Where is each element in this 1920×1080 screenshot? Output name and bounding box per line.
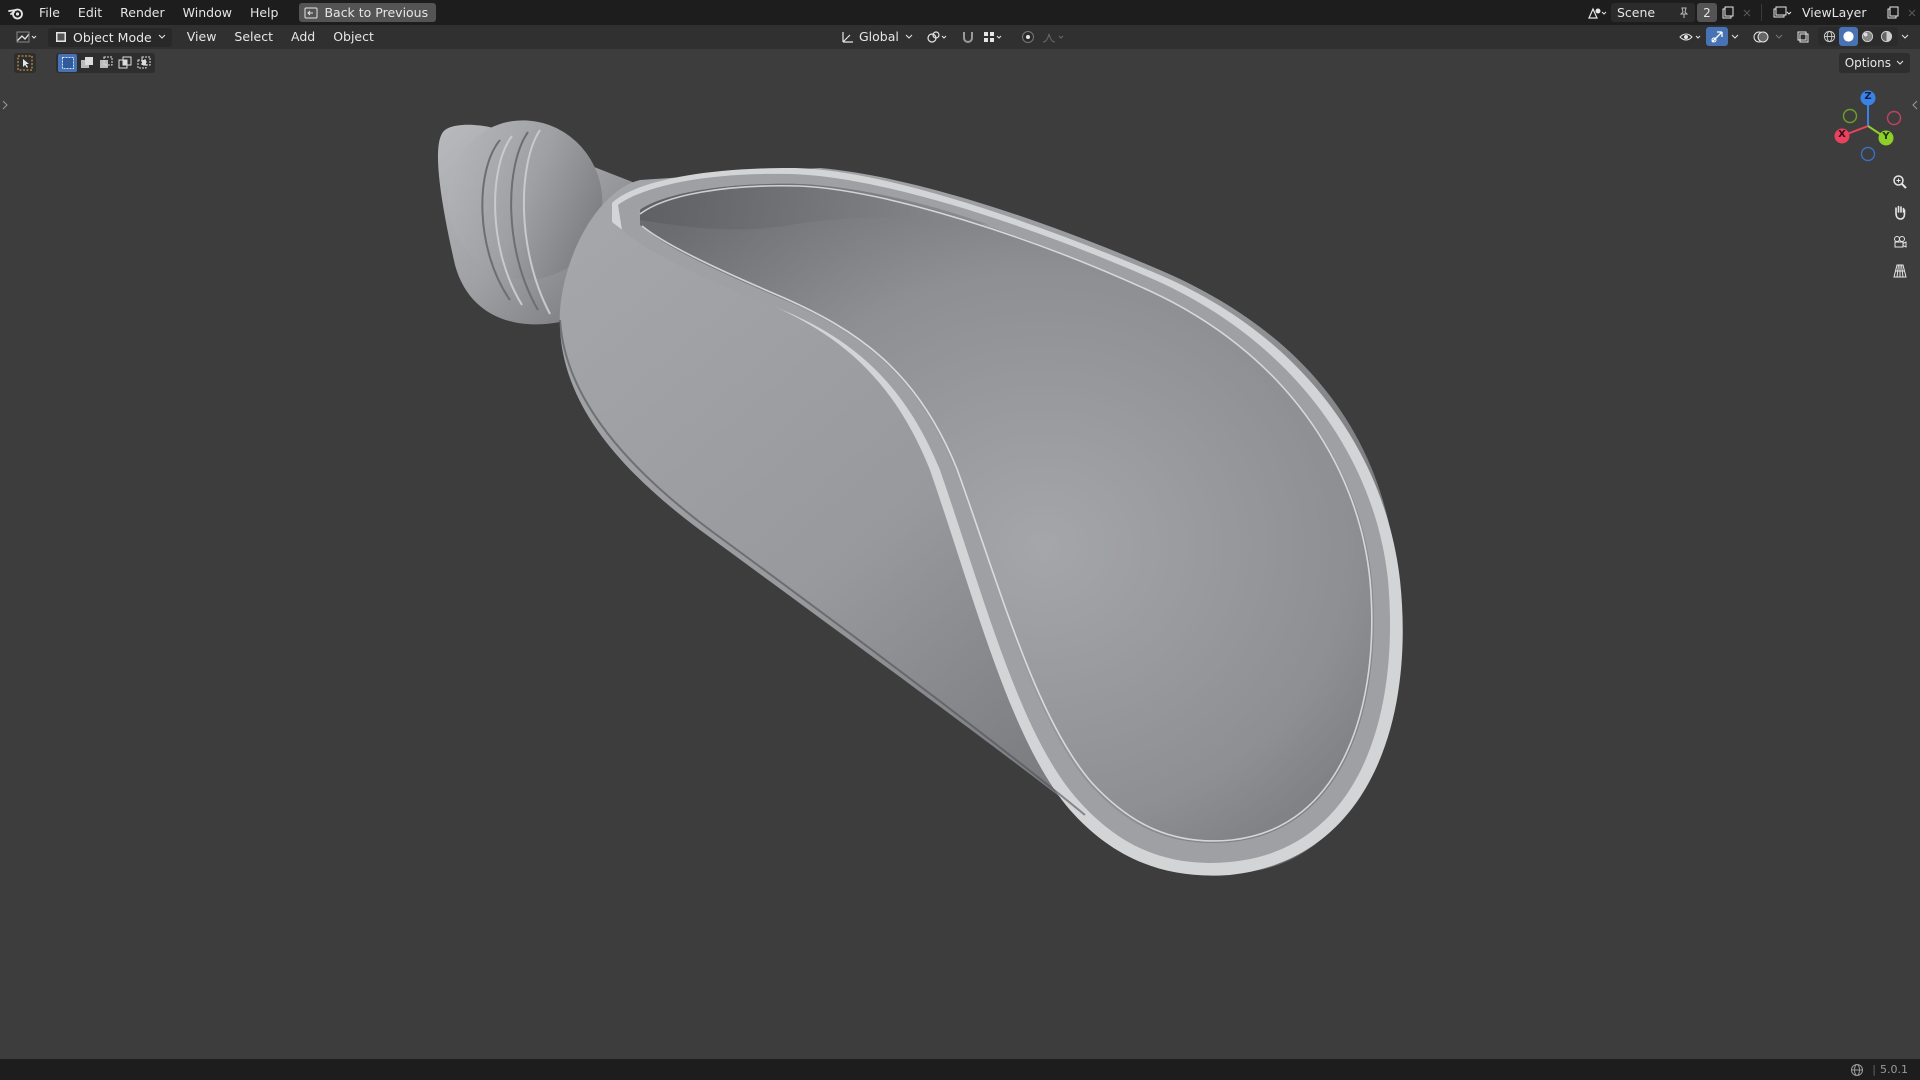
new-view-layer-icon[interactable] bbox=[1882, 3, 1904, 22]
transform-orientation-dropdown[interactable]: Global bbox=[836, 27, 917, 46]
gizmo-z-label: Z bbox=[1864, 91, 1872, 102]
view-layer-selector-icon[interactable] bbox=[1768, 3, 1796, 22]
gizmo-neg-y[interactable] bbox=[1842, 108, 1858, 124]
editor-type-icon[interactable] bbox=[10, 28, 44, 47]
active-tool-icon[interactable] bbox=[14, 53, 36, 73]
navigation-gizmo[interactable]: Z X Y bbox=[1826, 84, 1906, 164]
gizmo-y-label: Y bbox=[1882, 131, 1890, 142]
chevron-down-icon bbox=[158, 34, 166, 39]
camera-view-icon[interactable] bbox=[1888, 230, 1912, 254]
snap-toggle-icon[interactable] bbox=[957, 27, 979, 46]
scene-users-count[interactable]: 2 bbox=[1697, 3, 1717, 22]
back-to-previous-label: Back to Previous bbox=[324, 5, 429, 20]
scene-selector-icon[interactable] bbox=[1583, 3, 1611, 22]
menu-edit[interactable]: Edit bbox=[69, 0, 111, 25]
menu-help[interactable]: Help bbox=[241, 0, 288, 25]
shading-mode-group bbox=[1818, 27, 1898, 46]
selection-subtract-icon[interactable] bbox=[96, 54, 115, 72]
selection-intersect-icon[interactable] bbox=[134, 54, 153, 72]
selection-set-icon[interactable] bbox=[58, 54, 77, 72]
menu-object[interactable]: Object bbox=[324, 25, 383, 49]
scene-name-field[interactable]: Scene bbox=[1611, 3, 1695, 22]
visibility-selector-icon[interactable] bbox=[1676, 27, 1706, 46]
globe-icon bbox=[1851, 1063, 1864, 1076]
pin-icon[interactable] bbox=[1679, 7, 1689, 19]
tool-settings-bar bbox=[14, 53, 155, 73]
toolbar-expand-arrow[interactable] bbox=[1, 99, 9, 111]
status-separator: | bbox=[1872, 1063, 1876, 1076]
menu-select[interactable]: Select bbox=[225, 25, 282, 49]
chevron-down-icon bbox=[905, 34, 913, 39]
view-layer-field[interactable]: ViewLayer bbox=[1796, 3, 1882, 22]
perspective-toggle-icon[interactable] bbox=[1888, 259, 1912, 283]
selection-mode-group bbox=[56, 53, 155, 73]
selection-invert-icon[interactable] bbox=[115, 54, 134, 72]
version-label: 5.0.1 bbox=[1880, 1063, 1908, 1076]
viewport-header: Object Mode View Select Add Object Globa… bbox=[0, 25, 1920, 49]
pan-hand-icon[interactable] bbox=[1888, 200, 1912, 224]
object-mode-label: Object Mode bbox=[73, 29, 152, 45]
transform-tools-group: Global bbox=[836, 27, 1069, 46]
object-mode-icon bbox=[56, 32, 66, 42]
blender-logo-icon[interactable] bbox=[2, 0, 30, 25]
back-to-previous-button[interactable]: Back to Previous bbox=[299, 3, 437, 22]
rendered-shading-icon[interactable] bbox=[1877, 27, 1896, 46]
snap-target-icon[interactable] bbox=[979, 27, 1007, 46]
menu-render[interactable]: Render bbox=[111, 0, 174, 25]
menu-add[interactable]: Add bbox=[282, 25, 324, 49]
object-mode-dropdown[interactable]: Object Mode bbox=[48, 27, 172, 47]
new-scene-icon[interactable] bbox=[1717, 3, 1739, 22]
top-menu-bar: File Edit Render Window Help Back to Pre… bbox=[0, 0, 1920, 25]
pivot-point-icon[interactable] bbox=[923, 27, 953, 46]
menu-view[interactable]: View bbox=[178, 25, 226, 49]
gizmo-neg-z[interactable] bbox=[1860, 146, 1876, 162]
material-shading-icon[interactable] bbox=[1858, 27, 1877, 46]
falloff-curve-icon[interactable] bbox=[1039, 27, 1069, 46]
gizmo-x-label: X bbox=[1838, 129, 1846, 140]
overlays-toggle-icon[interactable] bbox=[1750, 27, 1772, 46]
shading-dropdown-icon[interactable] bbox=[1898, 27, 1912, 46]
menu-window[interactable]: Window bbox=[174, 0, 241, 25]
3d-viewport[interactable] bbox=[0, 49, 1920, 1059]
shading-tools-group bbox=[1676, 27, 1912, 46]
overlays-dropdown-icon[interactable] bbox=[1772, 27, 1786, 46]
chevron-down-icon bbox=[1896, 60, 1904, 65]
wireframe-shading-icon[interactable] bbox=[1820, 27, 1839, 46]
xray-toggle-icon[interactable] bbox=[1792, 27, 1814, 46]
proportional-editing-icon[interactable] bbox=[1017, 27, 1039, 46]
scoop-model bbox=[437, 120, 1403, 876]
transform-orientation-label: Global bbox=[859, 29, 899, 44]
sidebar-expand-arrow[interactable] bbox=[1911, 99, 1919, 111]
topbar-right-group: Scene 2 ViewLayer bbox=[1583, 0, 1920, 25]
delete-view-layer-icon[interactable] bbox=[1904, 3, 1920, 22]
gizmo-dropdown-icon[interactable] bbox=[1728, 27, 1742, 46]
selection-extend-icon[interactable] bbox=[77, 54, 96, 72]
options-dropdown[interactable]: Options bbox=[1838, 53, 1910, 73]
orientation-axes-icon bbox=[842, 31, 853, 43]
view-layer-name: ViewLayer bbox=[1802, 5, 1867, 20]
delete-scene-icon[interactable] bbox=[1739, 3, 1755, 22]
status-bar: | 5.0.1 bbox=[0, 1059, 1920, 1080]
gizmo-toggle-icon[interactable] bbox=[1706, 27, 1728, 46]
options-label: Options bbox=[1844, 56, 1891, 70]
scene-name: Scene bbox=[1617, 5, 1656, 20]
back-icon bbox=[304, 7, 318, 18]
zoom-icon[interactable] bbox=[1888, 170, 1912, 194]
menu-file[interactable]: File bbox=[30, 0, 69, 25]
solid-shading-icon[interactable] bbox=[1839, 27, 1858, 46]
gizmo-neg-x[interactable] bbox=[1886, 110, 1902, 126]
